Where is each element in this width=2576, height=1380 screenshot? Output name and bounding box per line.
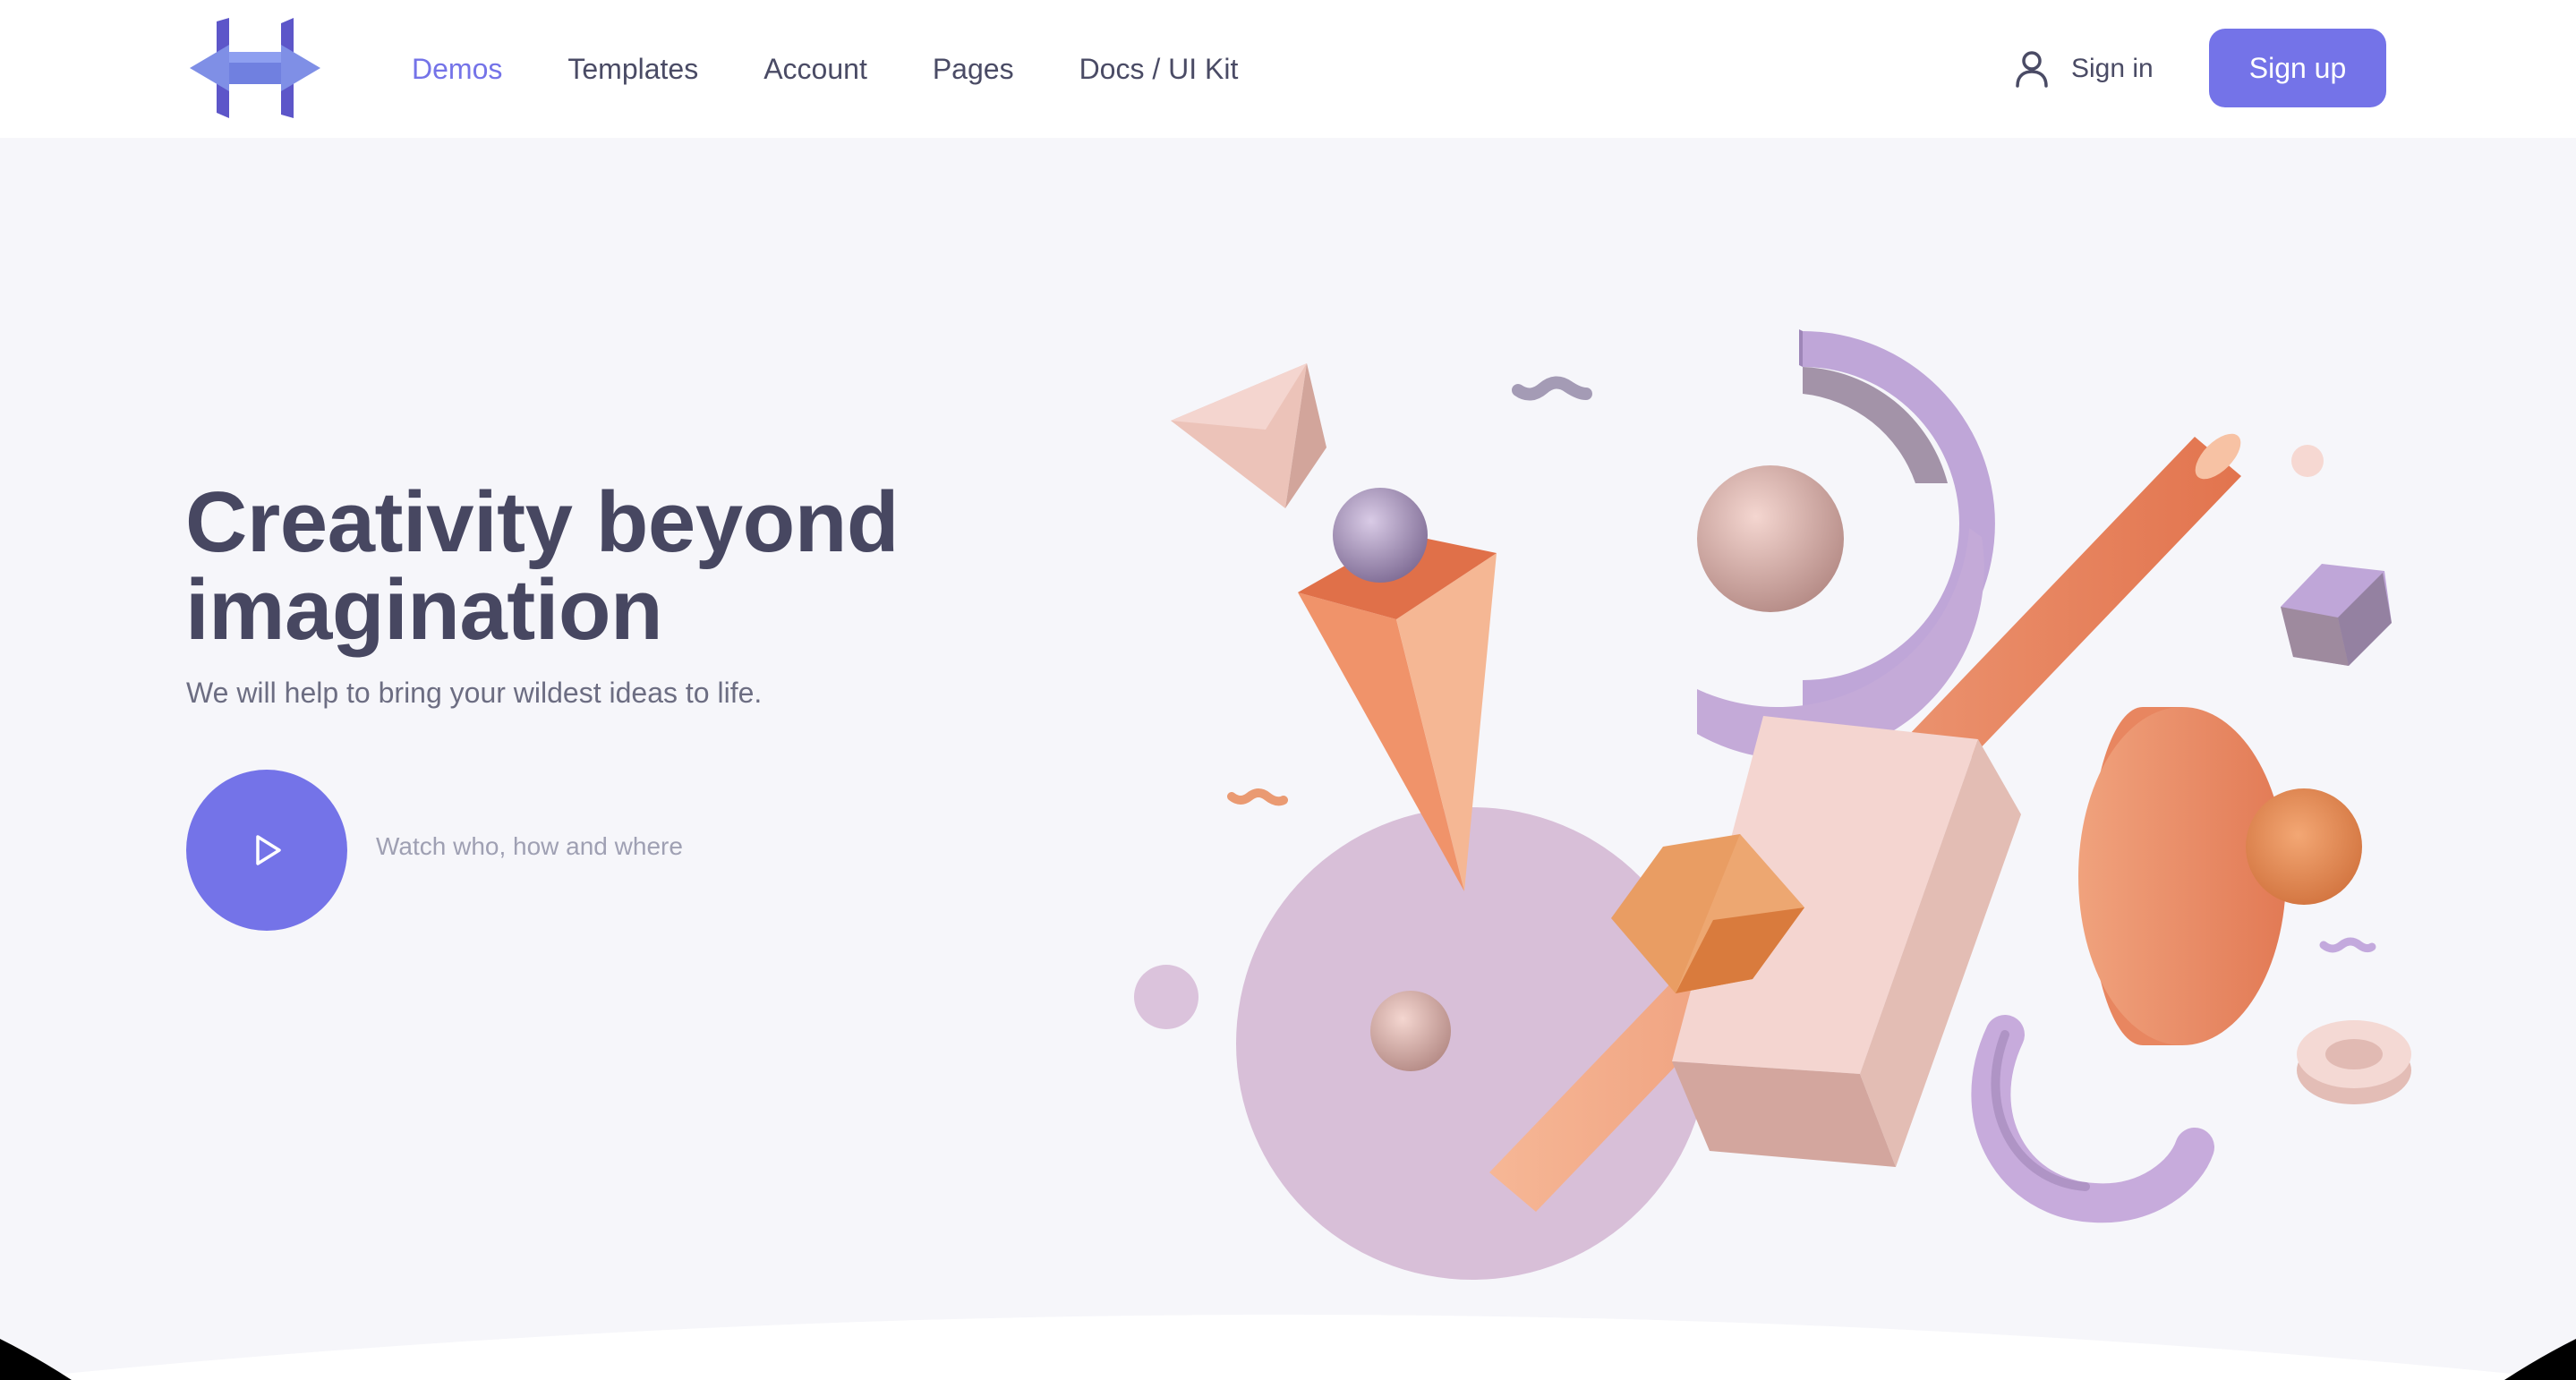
nav-demos[interactable]: Demos [412,53,502,86]
hero-title-line-2: imagination [185,562,663,658]
orange-squiggle-shape [1227,788,1288,806]
nav-templates[interactable]: Templates [567,53,698,86]
hero-illustration [1134,329,2411,1280]
nav-pages[interactable]: Pages [933,53,1014,86]
play-icon [256,835,281,865]
play-video-button[interactable] [186,770,347,931]
hero-title-line-1: Creativity beyond [185,474,900,570]
sign-in-link[interactable]: Sign in [2014,45,2154,93]
sign-up-button[interactable]: Sign up [2209,29,2386,107]
brand-logo-icon[interactable] [190,18,320,118]
small-pink-dot [2291,445,2324,477]
top-navbar: Demos Templates Account Pages Docs / UI … [0,0,2576,138]
orange-sphere-shape [2246,788,2362,905]
hero-title: Creativity beyond imagination [185,479,1080,654]
purple-cube-shape [2281,564,2392,666]
small-pink-sphere-shape [1370,991,1451,1071]
sign-in-label: Sign in [2071,54,2154,83]
page: Demos Templates Account Pages Docs / UI … [0,0,2576,1380]
hero-subtitle: We will help to bring your wildest ideas… [186,677,763,709]
small-lilac-dot [1134,965,1198,1029]
hero-bottom-curve [0,1315,2576,1380]
grey-squiggle-shape [1512,376,1592,401]
main-nav: Demos Templates Account Pages Docs / UI … [412,0,1303,138]
user-icon [2016,51,2048,88]
purple-sphere-shape [1333,488,1428,583]
pink-ring-shape [2297,1020,2411,1104]
pink-sphere-shape [1697,465,1844,612]
lilac-squiggle-shape [2319,937,2376,953]
lilac-curve-shape [1971,1015,2214,1223]
nav-docs-ui-kit[interactable]: Docs / UI Kit [1079,53,1239,86]
nav-account[interactable]: Account [763,53,867,86]
pyramid-shape [1171,363,1326,508]
watch-video-label[interactable]: Watch who, how and where [376,832,683,861]
